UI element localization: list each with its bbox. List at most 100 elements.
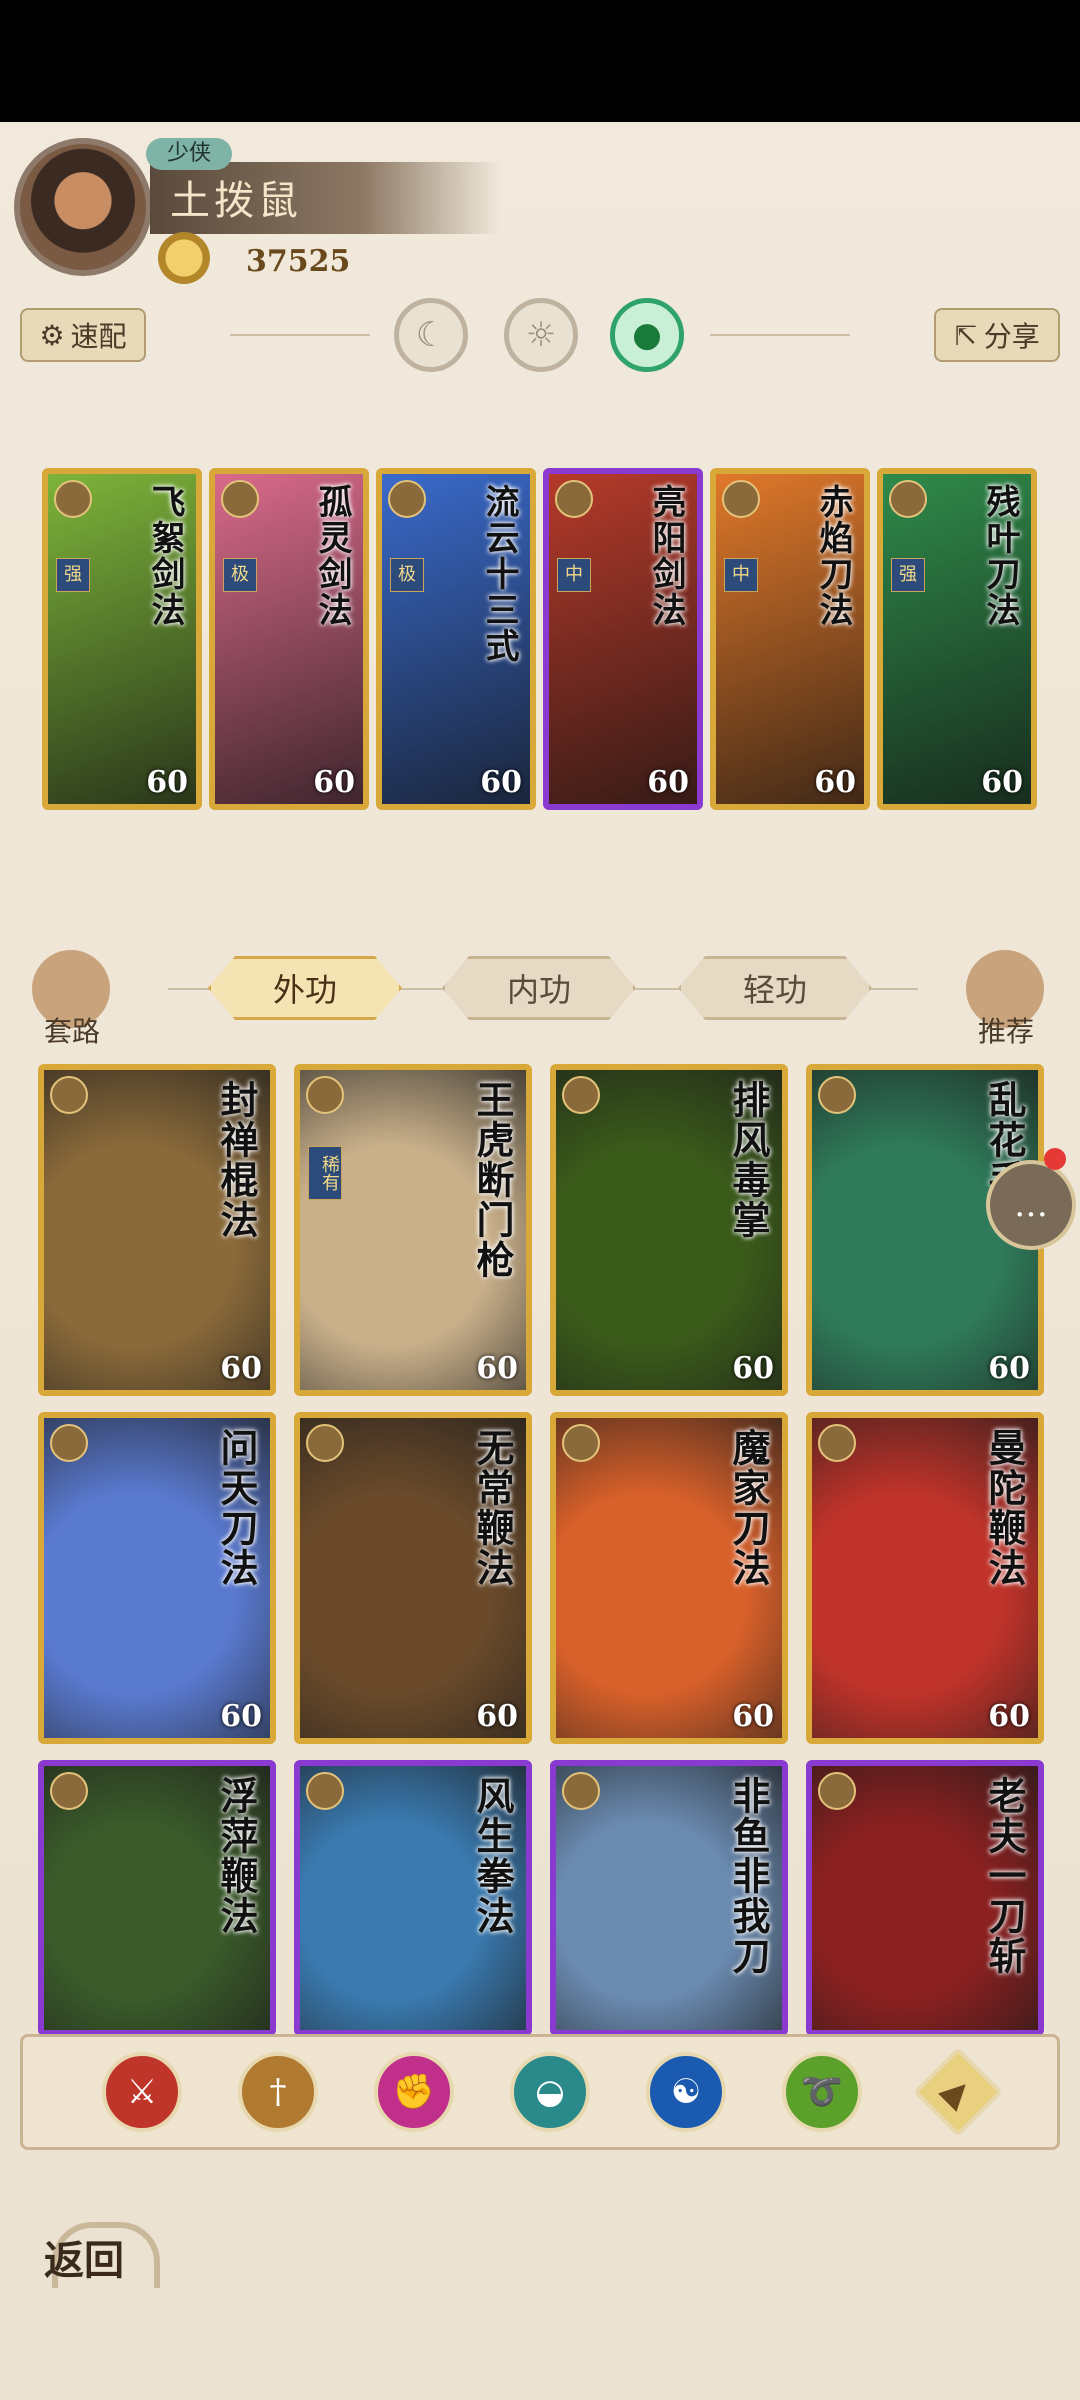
power-icon (158, 232, 210, 284)
card-level: 60 (480, 765, 522, 800)
equipped-card[interactable]: 极 流云十三式 60 (376, 468, 536, 810)
school-badge-icon (50, 1076, 88, 1114)
equipped-card[interactable]: 强 飞絮剑法 60 (42, 468, 202, 810)
filter-dagger-icon[interactable]: † (238, 2052, 318, 2132)
tab-outer[interactable]: 外功 (208, 956, 402, 1020)
player-avatar[interactable] (14, 138, 152, 276)
rarity-badge: 稀有 (308, 1146, 342, 1200)
divider-left (230, 334, 370, 336)
skill-card[interactable]: 风生拳法 (294, 1760, 532, 2036)
school-badge-icon (50, 1424, 88, 1462)
card-title: 魔家刀法 (726, 1428, 771, 1588)
share-button[interactable]: ⇱ 分享 (934, 308, 1060, 362)
equipped-card[interactable]: 中 亮阳剑法 60 (543, 468, 703, 810)
school-badge-icon (818, 1772, 856, 1810)
active-orb-icon[interactable]: ● (610, 298, 684, 372)
school-badge-icon (50, 1772, 88, 1810)
card-title: 无常鞭法 (470, 1428, 515, 1588)
filter-sword-icon[interactable]: ⚔ (102, 2052, 182, 2132)
equipped-card[interactable]: 中 赤焰刀法 60 (710, 468, 870, 810)
school-badge-icon (306, 1772, 344, 1810)
card-title: 问天刀法 (214, 1428, 259, 1588)
player-name: 土拨鼠 (170, 178, 302, 224)
school-badge-icon (818, 1076, 856, 1114)
skill-card[interactable]: 浮萍鞭法 (38, 1760, 276, 2036)
skill-card[interactable]: 曼陀鞭法 60 (806, 1412, 1044, 1744)
school-badge-icon (562, 1076, 600, 1114)
equipped-card[interactable]: 极 孤灵剑法 60 (209, 468, 369, 810)
divider-right (710, 334, 850, 336)
card-title: 孤灵剑法 (312, 484, 352, 628)
filter-taiji-icon[interactable]: ☯ (646, 2052, 726, 2132)
card-level: 60 (220, 1699, 262, 1734)
card-title: 风生拳法 (470, 1776, 515, 1936)
grade-badge: 极 (223, 558, 257, 592)
card-title: 排风毒掌 (726, 1080, 771, 1240)
skill-card[interactable]: 排风毒掌 60 (550, 1064, 788, 1396)
weapon-badge-icon (889, 480, 927, 518)
card-level: 60 (981, 765, 1023, 800)
skill-card[interactable]: 无常鞭法 60 (294, 1412, 532, 1744)
skill-card[interactable]: 老夫一刀斩 (806, 1760, 1044, 2036)
skill-card[interactable]: 稀有 王虎断门枪 60 (294, 1064, 532, 1396)
tab-light[interactable]: 轻功 (678, 956, 872, 1020)
notification-dot (1044, 1148, 1066, 1170)
school-badge-icon (306, 1424, 344, 1462)
moon-orb-icon[interactable]: ☾ (394, 298, 468, 372)
rank-badge: 少侠 (146, 138, 232, 170)
card-title: 老夫一刀斩 (982, 1776, 1027, 1976)
quick-config-label: 速配 (70, 320, 127, 353)
share-label: 分享 (983, 320, 1040, 353)
card-title: 王虎断门枪 (470, 1080, 515, 1280)
school-badge-icon (562, 1424, 600, 1462)
card-title: 赤焰刀法 (813, 484, 853, 628)
back-button[interactable]: 返回 (44, 2228, 124, 2286)
sun-orb-icon[interactable]: ☼ (504, 298, 578, 372)
card-level: 60 (732, 1351, 774, 1386)
card-level: 60 (988, 1351, 1030, 1386)
card-level: 60 (313, 765, 355, 800)
school-badge-icon (306, 1076, 344, 1114)
grade-badge: 极 (390, 558, 424, 592)
skill-card[interactable]: 魔家刀法 60 (550, 1412, 788, 1744)
card-level: 60 (220, 1351, 262, 1386)
chat-bubble-icon[interactable]: … (986, 1160, 1076, 1250)
gear-icon: ⚙ (39, 318, 65, 352)
card-title: 飞絮剑法 (145, 484, 185, 628)
grade-badge: 中 (557, 558, 591, 592)
school-badge-icon (562, 1772, 600, 1810)
grade-badge: 中 (724, 558, 758, 592)
skill-card[interactable]: 封禅棍法 60 (38, 1064, 276, 1396)
card-title: 曼陀鞭法 (982, 1428, 1027, 1588)
quick-config-button[interactable]: ⚙ 速配 (20, 308, 146, 362)
card-title: 封禅棍法 (214, 1080, 259, 1240)
filter-whip-icon[interactable]: ➰ (782, 2052, 862, 2132)
equipped-card[interactable]: 强 残叶刀法 60 (877, 468, 1037, 810)
grade-badge: 强 (891, 558, 925, 592)
card-title: 残叶刀法 (980, 484, 1020, 628)
card-title: 亮阳剑法 (646, 484, 686, 628)
status-bar (0, 0, 1080, 122)
card-level: 60 (146, 765, 188, 800)
recommend-label: 推荐 (977, 1015, 1034, 1048)
grade-badge: 强 (56, 558, 90, 592)
school-badge-icon (818, 1424, 856, 1462)
card-level: 60 (476, 1351, 518, 1386)
card-title: 非鱼非我刀 (726, 1776, 771, 1976)
skill-card[interactable]: 问天刀法 60 (38, 1412, 276, 1744)
weapon-badge-icon (388, 480, 426, 518)
card-level: 60 (732, 1699, 774, 1734)
set-label: 套路 (43, 1015, 100, 1048)
weapon-badge-icon (221, 480, 259, 518)
filter-fist-icon[interactable]: ✊ (374, 2052, 454, 2132)
weapon-badge-icon (555, 480, 593, 518)
skill-card[interactable]: 非鱼非我刀 (550, 1760, 788, 2036)
weapon-badge-icon (54, 480, 92, 518)
filter-fan-icon[interactable]: ◒ (510, 2052, 590, 2132)
tab-inner[interactable]: 内功 (442, 956, 636, 1020)
card-level: 60 (814, 765, 856, 800)
share-icon: ⇱ (954, 318, 978, 352)
weapon-badge-icon (722, 480, 760, 518)
card-title: 流云十三式 (479, 484, 519, 664)
power-value: 37525 (246, 244, 351, 279)
